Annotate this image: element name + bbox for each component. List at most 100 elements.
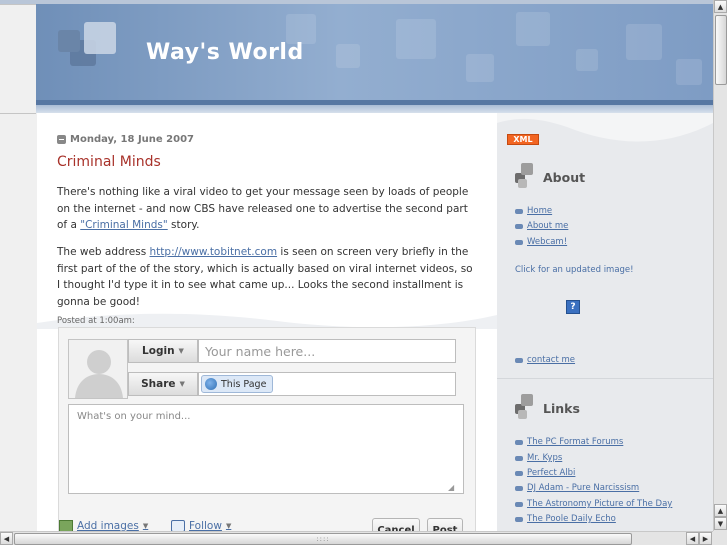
bullet-icon bbox=[515, 357, 523, 363]
login-button[interactable]: Login ▼ bbox=[128, 339, 198, 363]
bullet-icon bbox=[515, 516, 523, 522]
about-title: About bbox=[543, 169, 586, 185]
link-label: About me bbox=[527, 221, 569, 231]
sidebar-link-pc-format[interactable]: The PC Format Forums bbox=[515, 437, 623, 447]
comment-textarea[interactable] bbox=[68, 404, 464, 494]
chevron-down-icon: ▼ bbox=[179, 380, 185, 388]
link-label: contact me bbox=[527, 355, 576, 365]
post-button[interactable]: Post bbox=[427, 518, 463, 531]
header-pattern bbox=[676, 59, 702, 85]
scroll-left-arrow-icon[interactable]: ◀ bbox=[0, 532, 13, 545]
follow-link[interactable]: Follow ▼ bbox=[171, 520, 231, 531]
scroll-up-arrow-icon[interactable]: ▲ bbox=[714, 504, 727, 517]
person-silhouette-icon bbox=[69, 340, 127, 398]
link-label: Home bbox=[527, 206, 553, 216]
header-pattern bbox=[516, 12, 550, 46]
header-pattern bbox=[466, 54, 494, 82]
comment-widget: Login▼ Share▼ This Page ◢ Add images▼ bbox=[58, 327, 476, 531]
sidebar-link-webcam[interactable]: Webcam! bbox=[515, 237, 567, 247]
resize-handle-icon[interactable]: ◢ bbox=[448, 483, 454, 492]
post-date-text: Monday, 18 June 2007 bbox=[70, 134, 195, 145]
criminal-minds-link[interactable]: "Criminal Minds" bbox=[80, 219, 167, 231]
share-field: This Page bbox=[198, 372, 456, 396]
tobitnet-link[interactable]: http://www.tobitnet.com bbox=[150, 246, 278, 258]
sidebar-link-about-me[interactable]: About me bbox=[515, 221, 568, 231]
share-target-chip[interactable]: This Page bbox=[201, 375, 274, 393]
cancel-button[interactable]: Cancel bbox=[372, 518, 420, 531]
scrollbar-corner bbox=[713, 531, 727, 545]
sidebar-link-dj-adam[interactable]: DJ Adam - Pure Narcissism bbox=[515, 483, 639, 493]
post-paragraph: There's nothing like a viral video to ge… bbox=[57, 184, 477, 234]
logo-square bbox=[58, 30, 80, 52]
post-title: Criminal Minds bbox=[57, 154, 161, 170]
horizontal-scrollbar[interactable]: ◀ :::: ◀ ▶ bbox=[0, 531, 713, 545]
add-images-label: Add images bbox=[77, 520, 139, 531]
post-paragraph: The web address http://www.tobitnet.com … bbox=[57, 244, 477, 310]
sidebar: XML About Home About me Webcam! Click fo… bbox=[497, 113, 713, 531]
sidebar-link-perfect-albi[interactable]: Perfect Albi bbox=[515, 468, 575, 478]
image-icon bbox=[59, 520, 73, 531]
bullet-icon bbox=[515, 470, 523, 476]
sidebar-link-home[interactable]: Home bbox=[515, 206, 552, 216]
scroll-down-arrow-icon[interactable]: ▼ bbox=[714, 517, 727, 530]
paragraph-text: story. bbox=[167, 219, 200, 231]
add-images-link[interactable]: Add images ▼ bbox=[59, 520, 148, 531]
missing-image-icon[interactable]: ? bbox=[566, 300, 580, 314]
paragraph-text: The web address bbox=[57, 246, 150, 258]
share-chip-label: This Page bbox=[221, 378, 267, 390]
posted-at: Posted at 1:00am: bbox=[57, 316, 135, 326]
link-label: The Astronomy Picture of The Day bbox=[527, 499, 673, 509]
sidebar-wave bbox=[497, 113, 713, 153]
links-heading: Links bbox=[515, 394, 580, 422]
main-content: Monday, 18 June 2007 Criminal Minds Ther… bbox=[37, 113, 497, 531]
contact-me-link[interactable]: contact me bbox=[515, 355, 575, 365]
collapse-icon[interactable] bbox=[57, 135, 66, 144]
sidebar-link-mr-kyps[interactable]: Mr. Kyps bbox=[515, 453, 562, 463]
xml-feed-badge[interactable]: XML bbox=[507, 134, 539, 145]
header-bar-gradient bbox=[36, 105, 713, 113]
sidebar-link-poole-echo[interactable]: The Poole Daily Echo bbox=[515, 514, 616, 524]
link-label: The Poole Daily Echo bbox=[527, 514, 616, 524]
chevron-down-icon: ▼ bbox=[142, 522, 149, 530]
name-input[interactable] bbox=[205, 343, 445, 359]
follow-label: Follow bbox=[189, 520, 222, 531]
left-rule bbox=[0, 113, 36, 114]
webcam-note[interactable]: Click for an updated image! bbox=[515, 265, 634, 275]
link-label: The PC Format Forums bbox=[527, 437, 624, 447]
bullet-icon bbox=[515, 223, 523, 229]
header-pattern bbox=[576, 49, 598, 71]
bullet-icon bbox=[515, 239, 523, 245]
login-label: Login bbox=[142, 345, 175, 357]
blog-title[interactable]: Way's World bbox=[146, 40, 304, 65]
scroll-up-arrow-icon[interactable]: ▲ bbox=[714, 0, 727, 13]
bullet-icon bbox=[515, 208, 523, 214]
cube-icon bbox=[515, 163, 535, 191]
browser-viewport: Way's World Monday, 18 June 2007 Crimina… bbox=[0, 0, 713, 531]
follow-icon bbox=[171, 520, 185, 531]
link-label: Mr. Kyps bbox=[527, 453, 563, 463]
chevron-down-icon: ▼ bbox=[225, 522, 232, 530]
vertical-scrollbar[interactable]: ▲ ▲ ▼ bbox=[713, 0, 727, 531]
bullet-icon bbox=[515, 439, 523, 445]
sidebar-divider bbox=[497, 378, 713, 379]
scroll-right-arrow-icon[interactable]: ▶ bbox=[699, 532, 712, 545]
bullet-icon bbox=[515, 455, 523, 461]
cube-icon bbox=[515, 394, 535, 422]
scroll-left-arrow-icon[interactable]: ◀ bbox=[686, 532, 699, 545]
avatar bbox=[68, 339, 128, 399]
header-pattern bbox=[396, 19, 436, 59]
share-button[interactable]: Share ▼ bbox=[128, 372, 198, 396]
share-label: Share bbox=[141, 378, 176, 390]
links-title: Links bbox=[543, 400, 580, 416]
link-label: Webcam! bbox=[527, 237, 568, 247]
vertical-scroll-thumb[interactable] bbox=[715, 15, 727, 85]
name-field bbox=[198, 339, 456, 363]
blog-header: Way's World bbox=[36, 4, 713, 100]
link-label: DJ Adam - Pure Narcissism bbox=[527, 483, 640, 493]
bullet-icon bbox=[515, 485, 523, 491]
horizontal-scroll-thumb[interactable]: :::: bbox=[14, 533, 632, 545]
header-pattern bbox=[626, 24, 662, 60]
chevron-down-icon: ▼ bbox=[178, 347, 184, 355]
bullet-icon bbox=[515, 501, 523, 507]
sidebar-link-apod[interactable]: The Astronomy Picture of The Day bbox=[515, 499, 672, 509]
